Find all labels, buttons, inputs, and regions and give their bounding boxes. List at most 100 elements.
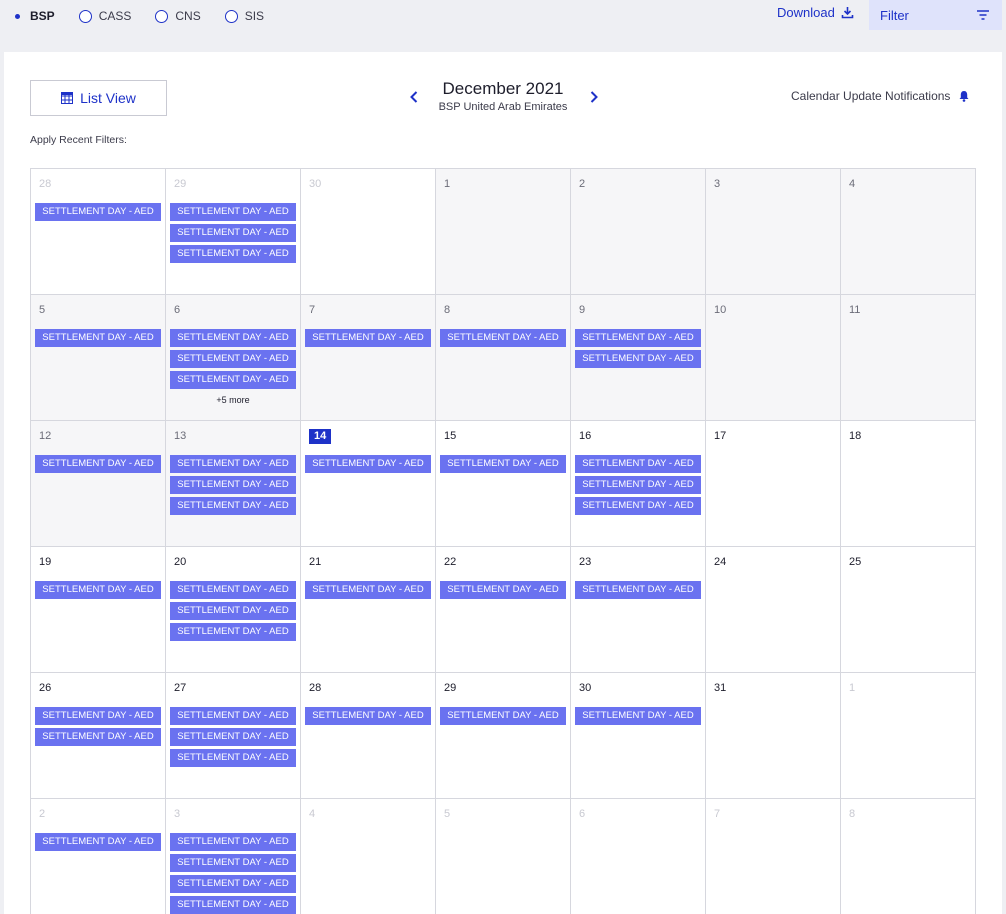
settlement-event-chip[interactable]: SETTLEMENT DAY - AED bbox=[575, 707, 701, 725]
calendar-day-cell[interactable]: 7 SETTLEMENT DAY - AED bbox=[301, 295, 436, 421]
day-number-text: 8 bbox=[444, 304, 451, 316]
calendar-notifications-button[interactable]: Calendar Update Notifications bbox=[791, 89, 970, 103]
settlement-event-chip[interactable]: SETTLEMENT DAY - AED bbox=[170, 245, 296, 263]
calendar-day-cell[interactable]: 27 SETTLEMENT DAY - AED SETTLEMENT DAY - A… bbox=[166, 673, 301, 799]
settlement-event-chip[interactable]: SETTLEMENT DAY - AED bbox=[170, 875, 296, 893]
settlement-event-chip[interactable]: SETTLEMENT DAY - AED bbox=[440, 707, 566, 725]
list-view-button[interactable]: List View bbox=[30, 80, 167, 116]
calendar-day-cell[interactable]: 10 bbox=[706, 295, 841, 421]
settlement-event-chip[interactable]: SETTLEMENT DAY - AED bbox=[170, 371, 296, 389]
calendar-day-cell[interactable]: 26 SETTLEMENT DAY - AED SETTLEMENT DAY - A… bbox=[31, 673, 166, 799]
settlement-event-chip[interactable]: SETTLEMENT DAY - AED bbox=[170, 854, 296, 872]
settlement-event-chip[interactable]: SETTLEMENT DAY - AED bbox=[170, 623, 296, 641]
radio-cass[interactable]: CASS bbox=[78, 9, 131, 23]
radio-cns[interactable]: CNS bbox=[155, 9, 201, 23]
settlement-event-chip[interactable]: SETTLEMENT DAY - AED bbox=[170, 896, 296, 914]
settlement-event-chip[interactable]: SETTLEMENT DAY - AED bbox=[170, 602, 296, 620]
settlement-event-chip[interactable]: SETTLEMENT DAY - AED bbox=[575, 497, 701, 515]
calendar-day-cell[interactable]: 16 SETTLEMENT DAY - AED SETTLEMENT DAY - A… bbox=[571, 421, 706, 547]
calendar-day-cell[interactable]: 14 SETTLEMENT DAY - AED bbox=[301, 421, 436, 547]
calendar-day-cell[interactable]: 24 bbox=[706, 547, 841, 673]
settlement-event-chip[interactable]: SETTLEMENT DAY - AED bbox=[305, 707, 431, 725]
calendar-day-cell[interactable]: 6 bbox=[571, 799, 706, 914]
calendar-day-cell[interactable]: 1 bbox=[436, 169, 571, 295]
calendar-day-cell[interactable]: 21 SETTLEMENT DAY - AED bbox=[301, 547, 436, 673]
settlement-event-chip[interactable]: SETTLEMENT DAY - AED bbox=[575, 476, 701, 494]
previous-month-button[interactable] bbox=[406, 88, 422, 106]
calendar-day-cell[interactable]: 5 bbox=[436, 799, 571, 914]
calendar-day-cell[interactable]: 29 SETTLEMENT DAY - AED bbox=[436, 673, 571, 799]
settlement-event-chip[interactable]: SETTLEMENT DAY - AED bbox=[305, 329, 431, 347]
download-button[interactable]: Download bbox=[777, 5, 854, 20]
calendar-day-cell[interactable]: 15 SETTLEMENT DAY - AED bbox=[436, 421, 571, 547]
calendar-day-cell[interactable]: 28 SETTLEMENT DAY - AED bbox=[301, 673, 436, 799]
calendar-day-cell[interactable]: 1 bbox=[841, 673, 976, 799]
calendar-day-cell[interactable]: 31 bbox=[706, 673, 841, 799]
settlement-event-chip[interactable]: SETTLEMENT DAY - AED bbox=[170, 728, 296, 746]
settlement-event-chip[interactable]: SETTLEMENT DAY - AED bbox=[35, 728, 161, 746]
settlement-event-chip[interactable]: SETTLEMENT DAY - AED bbox=[35, 329, 161, 347]
filter-button[interactable]: Filter bbox=[869, 0, 1002, 30]
radio-bsp[interactable]: BSP bbox=[10, 9, 55, 23]
settlement-event-chip[interactable]: SETTLEMENT DAY - AED bbox=[35, 581, 161, 599]
calendar-day-cell[interactable]: 7 bbox=[706, 799, 841, 914]
settlement-event-chip[interactable]: SETTLEMENT DAY - AED bbox=[170, 476, 296, 494]
calendar-day-cell[interactable]: 5 SETTLEMENT DAY - AED bbox=[31, 295, 166, 421]
calendar-day-cell[interactable]: 11 bbox=[841, 295, 976, 421]
calendar-day-cell[interactable]: 4 bbox=[841, 169, 976, 295]
calendar-day-cell[interactable]: 2 SETTLEMENT DAY - AED bbox=[31, 799, 166, 914]
settlement-event-chip[interactable]: SETTLEMENT DAY - AED bbox=[170, 350, 296, 368]
settlement-event-chip[interactable]: SETTLEMENT DAY - AED bbox=[575, 329, 701, 347]
calendar-day-cell[interactable]: 28 SETTLEMENT DAY - AED bbox=[31, 169, 166, 295]
calendar-day-cell[interactable]: 23 SETTLEMENT DAY - AED bbox=[571, 547, 706, 673]
settlement-event-chip[interactable]: SETTLEMENT DAY - AED bbox=[170, 749, 296, 767]
settlement-event-chip[interactable]: SETTLEMENT DAY - AED bbox=[575, 455, 701, 473]
calendar-day-cell[interactable]: 8 bbox=[841, 799, 976, 914]
calendar-day-cell[interactable]: 20 SETTLEMENT DAY - AED SETTLEMENT DAY - A… bbox=[166, 547, 301, 673]
calendar-day-cell[interactable]: 30 SETTLEMENT DAY - AED bbox=[571, 673, 706, 799]
settlement-event-chip[interactable]: SETTLEMENT DAY - AED bbox=[35, 203, 161, 221]
settlement-event-chip[interactable]: SETTLEMENT DAY - AED bbox=[35, 707, 161, 725]
settlement-event-chip[interactable]: SETTLEMENT DAY - AED bbox=[170, 329, 296, 347]
more-events-link[interactable]: +5 more bbox=[170, 395, 296, 405]
calendar-day-cell[interactable]: 17 bbox=[706, 421, 841, 547]
calendar-day-cell[interactable]: 29 SETTLEMENT DAY - AED SETTLEMENT DAY - A… bbox=[166, 169, 301, 295]
settlement-event-chip[interactable]: SETTLEMENT DAY - AED bbox=[35, 455, 161, 473]
day-number: 3 bbox=[710, 169, 836, 199]
calendar-day-cell[interactable]: 18 bbox=[841, 421, 976, 547]
settlement-event-chip[interactable]: SETTLEMENT DAY - AED bbox=[575, 350, 701, 368]
settlement-event-chip[interactable]: SETTLEMENT DAY - AED bbox=[305, 455, 431, 473]
calendar-day-cell[interactable]: 2 bbox=[571, 169, 706, 295]
calendar-day-cell[interactable]: 30 bbox=[301, 169, 436, 295]
settlement-event-chip[interactable]: SETTLEMENT DAY - AED bbox=[440, 329, 566, 347]
calendar-day-cell[interactable]: 12 SETTLEMENT DAY - AED bbox=[31, 421, 166, 547]
calendar-day-cell[interactable]: 9 SETTLEMENT DAY - AED SETTLEMENT DAY - AE… bbox=[571, 295, 706, 421]
settlement-event-chip[interactable]: SETTLEMENT DAY - AED bbox=[170, 707, 296, 725]
radio-sis[interactable]: SIS bbox=[224, 9, 264, 23]
settlement-event-chip[interactable]: SETTLEMENT DAY - AED bbox=[305, 581, 431, 599]
calendar-day-cell[interactable]: 19 SETTLEMENT DAY - AED bbox=[31, 547, 166, 673]
settlement-event-chip[interactable]: SETTLEMENT DAY - AED bbox=[170, 203, 296, 221]
settlement-event-chip[interactable]: SETTLEMENT DAY - AED bbox=[170, 224, 296, 242]
settlement-event-chip[interactable]: SETTLEMENT DAY - AED bbox=[35, 833, 161, 851]
calendar-day-cell[interactable]: 22 SETTLEMENT DAY - AED bbox=[436, 547, 571, 673]
day-number: 14 bbox=[305, 421, 431, 451]
settlement-event-chip[interactable]: SETTLEMENT DAY - AED bbox=[170, 455, 296, 473]
calendar-day-cell[interactable]: 3 bbox=[706, 169, 841, 295]
calendar-day-cell[interactable]: 13 SETTLEMENT DAY - AED SETTLEMENT DAY - A… bbox=[166, 421, 301, 547]
top-bar: BSP CASS CNS SIS Download Filter bbox=[0, 0, 1006, 33]
calendar-day-cell[interactable]: 3 SETTLEMENT DAY - AED SETTLEMENT DAY - AE… bbox=[166, 799, 301, 914]
settlement-event-chip[interactable]: SETTLEMENT DAY - AED bbox=[440, 455, 566, 473]
calendar-day-cell[interactable]: 8 SETTLEMENT DAY - AED bbox=[436, 295, 571, 421]
settlement-event-chip[interactable]: SETTLEMENT DAY - AED bbox=[170, 581, 296, 599]
calendar-day-cell[interactable]: 4 bbox=[301, 799, 436, 914]
settlement-event-chip[interactable]: SETTLEMENT DAY - AED bbox=[440, 581, 566, 599]
month-title: December 2021 bbox=[442, 79, 564, 98]
settlement-event-chip[interactable]: SETTLEMENT DAY - AED bbox=[575, 581, 701, 599]
settlement-event-chip[interactable]: SETTLEMENT DAY - AED bbox=[170, 833, 296, 851]
next-month-button[interactable] bbox=[586, 88, 602, 106]
calendar-day-cell[interactable]: 6 SETTLEMENT DAY - AED SETTLEMENT DAY - AE… bbox=[166, 295, 301, 421]
download-label: Download bbox=[777, 5, 835, 20]
settlement-event-chip[interactable]: SETTLEMENT DAY - AED bbox=[170, 497, 296, 515]
calendar-day-cell[interactable]: 25 bbox=[841, 547, 976, 673]
